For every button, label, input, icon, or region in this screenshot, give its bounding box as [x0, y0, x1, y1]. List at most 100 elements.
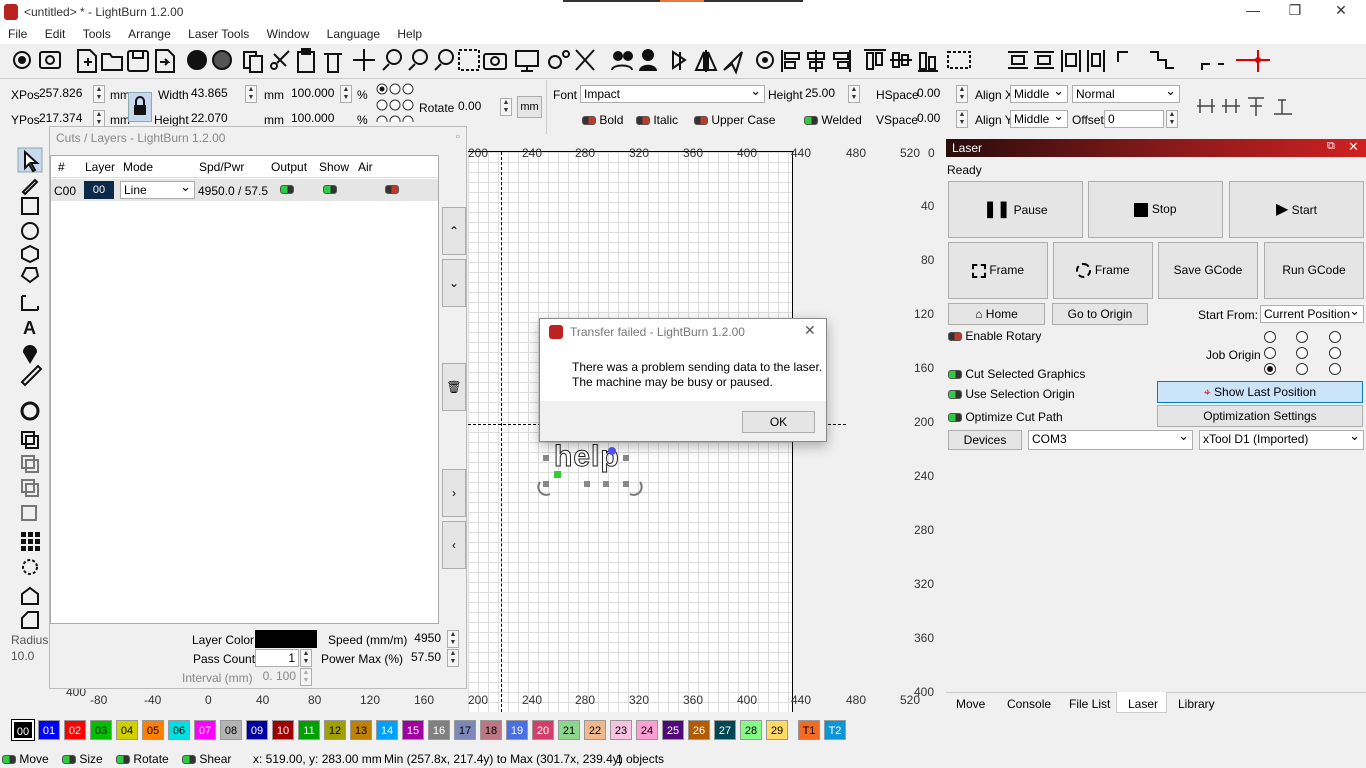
move-switch[interactable]	[2, 755, 16, 765]
menu-window[interactable]: Window	[259, 24, 316, 41]
polygon-tool-icon[interactable]	[21, 244, 39, 264]
palette-swatch-26[interactable]: 26	[688, 720, 710, 740]
palette-swatch-29[interactable]: 29	[766, 720, 788, 740]
menu-language[interactable]: Language	[319, 24, 386, 41]
subtract-icon[interactable]	[21, 479, 35, 493]
edit-nodes-icon[interactable]	[21, 178, 39, 196]
frame-select-icon[interactable]	[458, 49, 480, 71]
ellipse-tool-icon[interactable]	[21, 222, 39, 240]
union-icon[interactable]	[21, 455, 35, 469]
dialog-ok-button[interactable]: OK	[742, 411, 815, 433]
optimization-settings-button[interactable]: Optimization Settings	[1157, 405, 1363, 427]
job-origin-mr[interactable]	[1329, 347, 1341, 359]
palette-swatch-16[interactable]: 16	[428, 720, 450, 740]
shape-properties-icons[interactable]	[1194, 92, 1304, 120]
palette-swatch-12[interactable]: 12	[324, 720, 346, 740]
cut-selected-toggle[interactable]: Cut Selected Graphics	[948, 367, 1085, 381]
go-to-origin-button[interactable]: Go to Origin	[1052, 303, 1148, 325]
tab-move[interactable]: Move	[956, 697, 985, 711]
palette-swatch-T2[interactable]: T2	[824, 720, 846, 740]
job-origin-tc[interactable]	[1296, 331, 1308, 343]
use-selection-switch[interactable]	[948, 390, 962, 400]
status-size[interactable]: Size	[62, 752, 103, 766]
zoom-out-icon[interactable]	[408, 49, 428, 71]
new-file-icon[interactable]	[77, 49, 97, 73]
send-icon[interactable]	[723, 51, 743, 75]
tools-icon[interactable]	[575, 49, 595, 71]
pass-count-field[interactable]: 1	[255, 649, 299, 667]
job-origin-bc[interactable]	[1296, 363, 1308, 375]
zoom-in-icon[interactable]	[382, 49, 402, 71]
laser-panel-close-icon[interactable]: ✕	[1348, 139, 1359, 155]
italic-toggle[interactable]: Italic	[636, 113, 678, 127]
welded-switch[interactable]	[804, 116, 818, 126]
italic-switch[interactable]	[636, 116, 650, 126]
intersect-icon[interactable]	[21, 505, 37, 521]
align-middle-icon[interactable]	[890, 52, 912, 68]
status-rotate[interactable]: Rotate	[116, 752, 169, 766]
tab-console[interactable]: Console	[1007, 697, 1051, 711]
palette-swatch-T1[interactable]: T1	[798, 720, 820, 740]
layer-row[interactable]: C00 00 Line 4950.0 / 57.5	[51, 179, 438, 201]
palette-swatch-20[interactable]: 20	[532, 720, 554, 740]
enable-rotary-switch[interactable]	[948, 332, 962, 342]
palette-swatch-02[interactable]: 02	[64, 720, 86, 740]
distribute-v-icon[interactable]	[1008, 51, 1028, 69]
vspace-field[interactable]: 0.00	[914, 110, 954, 128]
text-mode-select[interactable]: Normal	[1072, 83, 1180, 103]
port-select[interactable]: COM3	[1028, 428, 1193, 450]
home-button[interactable]: ⌂ Home	[948, 303, 1045, 325]
speed-field[interactable]: 4950	[400, 630, 444, 648]
layer-color-swatch[interactable]	[255, 630, 317, 648]
collapse-button[interactable]: ‹	[442, 521, 466, 569]
close-button[interactable]: ✕	[1326, 2, 1356, 22]
palette-swatch-01[interactable]: 01	[38, 720, 60, 740]
start-button[interactable]: ▶ Start	[1229, 181, 1364, 238]
grid-array-icon[interactable]	[21, 532, 40, 551]
font-height-field[interactable]: 25.00	[802, 85, 846, 103]
xpos-spinner[interactable]: ▲ ▼	[93, 85, 105, 103]
minimize-button[interactable]: —	[1238, 2, 1268, 22]
frame-circle-button[interactable]: Frame	[1053, 242, 1153, 299]
machine-settings-icon[interactable]	[548, 50, 570, 69]
menu-tools[interactable]: Tools	[75, 24, 117, 41]
rotate-spinner[interactable]: ▲ ▼	[500, 98, 512, 116]
palette-swatch-10[interactable]: 10	[272, 720, 294, 740]
settings-icon[interactable]	[13, 51, 31, 69]
optimize-switch[interactable]	[948, 413, 962, 423]
dock-vertical-icon[interactable]	[1087, 50, 1105, 72]
row-show-toggle[interactable]	[323, 185, 337, 194]
optimize-toggle[interactable]: Optimize Cut Path	[948, 410, 1063, 424]
power-max-field[interactable]: 57.50	[400, 649, 444, 667]
palette-swatch-11[interactable]: 11	[298, 720, 320, 740]
menu-help[interactable]: Help	[389, 24, 428, 41]
vspace-spinner[interactable]: ▲ ▼	[956, 110, 968, 128]
open-file-icon[interactable]	[101, 53, 123, 71]
font-height-spinner[interactable]: ▲ ▼	[848, 85, 860, 103]
copy-icon[interactable]	[243, 51, 263, 73]
palette-swatch-14[interactable]: 14	[376, 720, 398, 740]
hspace-field[interactable]: 0.00	[914, 85, 954, 103]
palette-swatch-04[interactable]: 04	[116, 720, 138, 740]
status-shear[interactable]: Shear	[182, 752, 231, 766]
import-icon[interactable]	[155, 49, 175, 73]
measure-tool-icon[interactable]	[20, 364, 43, 387]
align-center-icon[interactable]	[807, 50, 825, 72]
corner-bl-icon[interactable]	[1201, 63, 1224, 70]
corner-tl-icon[interactable]	[1117, 51, 1128, 62]
palette-swatch-09[interactable]: 09	[246, 720, 268, 740]
use-selection-toggle[interactable]: Use Selection Origin	[948, 387, 1075, 401]
row-mode-select[interactable]: Line	[120, 179, 195, 199]
rotate-field[interactable]: 0.00	[455, 98, 499, 116]
weld-icon[interactable]	[21, 431, 35, 445]
menu-file[interactable]: File	[0, 24, 33, 41]
aligny-select[interactable]: Middle	[1010, 108, 1068, 128]
rectangle-tool-icon[interactable]	[21, 197, 39, 215]
palette-swatch-21[interactable]: 21	[558, 720, 580, 740]
palette-swatch-00[interactable]: 00	[11, 719, 35, 741]
upper-case-switch[interactable]	[694, 116, 708, 126]
cut-selected-switch[interactable]	[948, 370, 962, 380]
selected-text-object[interactable]: help	[536, 440, 644, 498]
pause-button[interactable]: ❚❚ Pause	[948, 181, 1083, 238]
device-select[interactable]: xTool D1 (Imported)	[1199, 428, 1364, 450]
